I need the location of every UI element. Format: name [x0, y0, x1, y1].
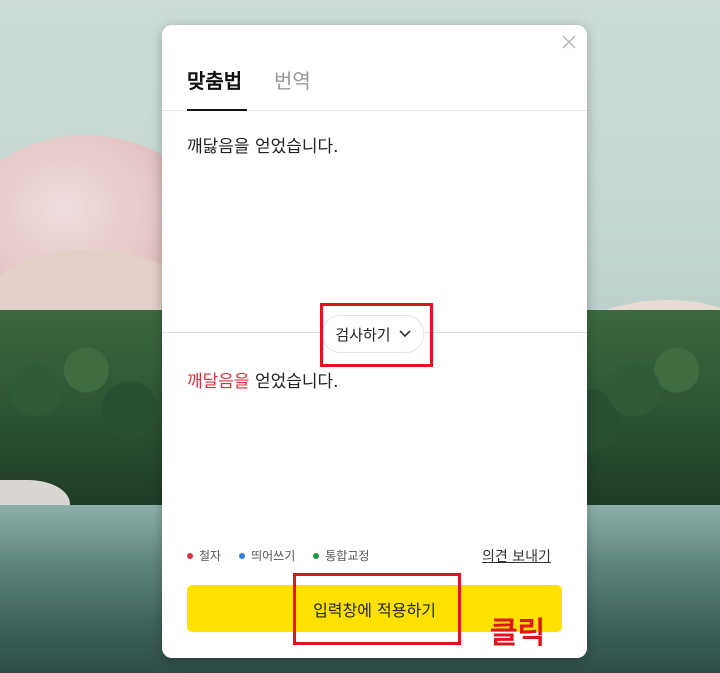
green-dot-icon: [313, 552, 320, 559]
legend-integrated: 통합교정: [313, 547, 369, 564]
result-text: 깨달음을 얻었습니다.: [187, 370, 562, 394]
input-text[interactable]: 깨닳음을 얻었습니다.: [187, 135, 562, 159]
blue-dot-icon: [239, 552, 246, 559]
legend-label: 띄어쓰기: [251, 549, 296, 563]
result-rest-text: 얻었습니다.: [249, 372, 339, 392]
red-dot-icon: [187, 552, 193, 559]
close-button[interactable]: [560, 33, 578, 51]
tab-translate[interactable]: 번역: [274, 65, 311, 110]
spelling-error-word[interactable]: 깨달음을: [187, 372, 250, 392]
legend-spacing: 띄어쓰기: [239, 547, 295, 564]
tab-spellcheck[interactable]: 맞춤법: [187, 65, 248, 111]
legend-label: 철자: [199, 549, 222, 563]
feedback-link[interactable]: 의견 보내기: [482, 546, 551, 566]
highlight-box-apply: [293, 573, 461, 645]
legend-spelling: 철자: [187, 547, 221, 564]
click-annotation: 클릭: [490, 616, 546, 651]
legend-label: 통합교정: [325, 549, 370, 563]
error-legend: 철자 띄어쓰기 통합교정: [187, 547, 369, 564]
highlight-box-check: [320, 303, 433, 367]
close-icon: [562, 35, 576, 49]
tab-bar: 맞춤법 번역: [162, 65, 587, 111]
